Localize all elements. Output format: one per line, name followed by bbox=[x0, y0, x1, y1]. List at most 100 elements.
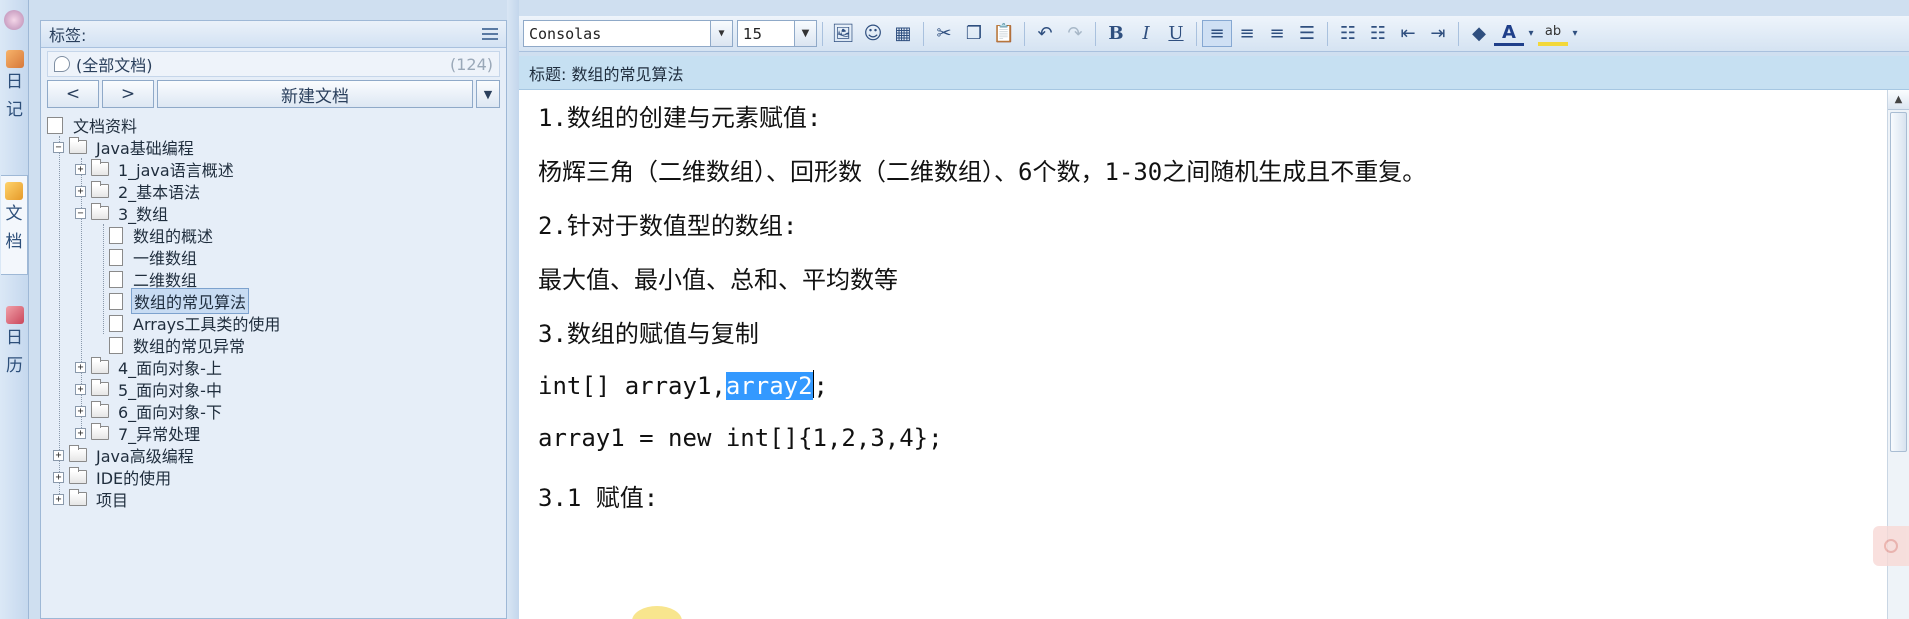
bullet-list-icon[interactable]: ☷ bbox=[1333, 20, 1363, 47]
editor-line: 杨辉三角（二维数组）、回形数（二维数组）、6个数，1-30之间随机生成且不重复。 bbox=[538, 158, 1427, 186]
app-window: 日记 文档 日历 标签: (全部文档) (124) < > 新建文档 ▼ 文档资… bbox=[0, 0, 1909, 619]
folder-icon bbox=[91, 203, 109, 220]
justify-icon[interactable]: ☰ bbox=[1292, 20, 1322, 47]
nav-documents[interactable]: 文档 bbox=[1, 175, 28, 275]
tree-java-advanced[interactable]: + Java高级编程 bbox=[53, 444, 196, 466]
folder-icon bbox=[69, 137, 87, 154]
folder-icon bbox=[69, 489, 87, 506]
forward-button[interactable]: > bbox=[102, 80, 154, 108]
tree-item[interactable]: + 2_基本语法 bbox=[75, 180, 202, 202]
new-document-dropdown[interactable]: ▼ bbox=[476, 80, 500, 108]
editor-area[interactable]: 1.数组的创建与元素赋值: 杨辉三角（二维数组）、回形数（二维数组）、6个数，1… bbox=[519, 90, 1887, 619]
expand-icon[interactable]: + bbox=[53, 493, 64, 505]
expand-icon[interactable]: + bbox=[53, 449, 64, 461]
expand-icon[interactable]: + bbox=[75, 361, 86, 373]
font-color-icon[interactable]: A bbox=[1494, 22, 1524, 46]
page-icon bbox=[109, 336, 123, 354]
folder-icon bbox=[69, 467, 87, 484]
all-docs-item[interactable]: (全部文档) (124) bbox=[47, 51, 500, 77]
tree-item[interactable]: + 7_异常处理 bbox=[75, 422, 202, 444]
search-icon[interactable] bbox=[1873, 526, 1909, 566]
expand-icon[interactable]: + bbox=[75, 383, 86, 395]
tree-item-selected[interactable]: 数组的常见算法 bbox=[109, 288, 250, 314]
expand-icon[interactable]: + bbox=[53, 471, 64, 483]
undo-icon[interactable]: ↶ bbox=[1030, 20, 1060, 47]
nav-calendar-label: 日历 bbox=[6, 328, 23, 376]
folder-icon bbox=[91, 401, 109, 418]
tree-item[interactable]: + 6_面向对象-下 bbox=[75, 400, 224, 422]
align-right-icon[interactable]: ≡ bbox=[1262, 20, 1292, 47]
collapse-icon[interactable]: − bbox=[75, 207, 86, 219]
bold-button[interactable]: B bbox=[1101, 20, 1131, 47]
tags-header-label: 标签: bbox=[49, 26, 87, 45]
page-icon bbox=[109, 226, 123, 244]
font-family-select[interactable]: Consolas ▼ bbox=[523, 20, 733, 47]
page-icon bbox=[109, 270, 123, 288]
editor-line: 1.数组的创建与元素赋值: bbox=[538, 104, 822, 132]
editor-line-code: int[] array1,array2; bbox=[538, 370, 828, 400]
indent-icon[interactable]: ⇥ bbox=[1423, 20, 1453, 47]
tree-item[interactable]: − 3_数组 bbox=[75, 202, 170, 224]
numbered-list-icon[interactable]: ☷ bbox=[1363, 20, 1393, 47]
nav-calendar[interactable]: 日历 bbox=[1, 300, 28, 410]
nav-diary[interactable]: 日记 bbox=[1, 44, 28, 144]
all-docs-count: (124) bbox=[449, 54, 493, 74]
panel-splitter[interactable] bbox=[507, 0, 519, 619]
left-panel: 标签: (全部文档) (124) < > 新建文档 ▼ 文档资料 − Java基… bbox=[40, 20, 507, 619]
folder-icon bbox=[69, 445, 87, 462]
folder-icon bbox=[91, 181, 109, 198]
back-button[interactable]: < bbox=[47, 80, 99, 108]
highlight-color-icon[interactable]: ab bbox=[1538, 22, 1568, 46]
expand-icon[interactable]: + bbox=[75, 405, 86, 417]
emoji-icon[interactable]: ☺ bbox=[858, 20, 888, 47]
font-size-select[interactable]: 15 ▼ bbox=[737, 20, 817, 47]
underline-button[interactable]: U bbox=[1161, 20, 1191, 47]
tree-item[interactable]: + 4_面向对象-上 bbox=[75, 356, 224, 378]
chevron-down-icon[interactable]: ▾ bbox=[1524, 20, 1538, 47]
menu-icon[interactable] bbox=[482, 28, 498, 40]
insert-image-icon[interactable]: 🖼 bbox=[828, 20, 858, 47]
italic-button[interactable]: I bbox=[1131, 20, 1161, 47]
tree-java-basic[interactable]: − Java基础编程 bbox=[53, 136, 196, 158]
tree-item[interactable]: Arrays工具类的使用 bbox=[109, 312, 282, 334]
tree-item[interactable]: 二维数组 bbox=[109, 268, 199, 290]
settings-icon[interactable] bbox=[4, 10, 24, 30]
chevron-down-icon[interactable]: ▾ bbox=[1568, 20, 1582, 47]
tree-root[interactable]: 文档资料 bbox=[47, 114, 139, 136]
paste-icon[interactable]: 📋 bbox=[989, 20, 1019, 47]
tree-project[interactable]: + 项目 bbox=[53, 488, 130, 510]
tree-ide[interactable]: + IDE的使用 bbox=[53, 466, 173, 488]
nav-strip: 日记 文档 日历 bbox=[0, 0, 29, 619]
documents-icon bbox=[5, 182, 23, 200]
chevron-down-icon[interactable]: ▼ bbox=[710, 21, 732, 46]
editor-line: 3.1 赋值: bbox=[538, 484, 659, 512]
tree-item[interactable]: + 5_面向对象-中 bbox=[75, 378, 224, 400]
tags-header: 标签: bbox=[41, 21, 506, 48]
chevron-down-icon[interactable]: ▼ bbox=[794, 21, 816, 46]
tree-item[interactable]: 一维数组 bbox=[109, 246, 199, 268]
expand-icon[interactable]: + bbox=[75, 163, 86, 175]
tree-item[interactable]: 数组的常见异常 bbox=[109, 334, 247, 356]
editor-line: 2.针对于数值型的数组: bbox=[538, 212, 798, 240]
tree-item[interactable]: 数组的概述 bbox=[109, 224, 215, 246]
collapse-icon[interactable]: − bbox=[53, 141, 64, 153]
align-center-icon[interactable]: ≡ bbox=[1232, 20, 1262, 47]
cut-icon[interactable]: ✂ bbox=[929, 20, 959, 47]
fill-color-icon[interactable]: ◆ bbox=[1464, 20, 1494, 47]
folder-icon bbox=[91, 423, 109, 440]
nav-documents-label: 文档 bbox=[5, 204, 23, 252]
expand-icon[interactable]: + bbox=[75, 427, 86, 439]
tree-item[interactable]: + 1_java语言概述 bbox=[75, 158, 236, 180]
format-toolbar: Consolas ▼ 15 ▼ 🖼 ☺ ▦ ✂ ❐ 📋 ↶ ↷ B I U ≡ … bbox=[519, 16, 1909, 52]
redo-icon[interactable]: ↷ bbox=[1060, 20, 1090, 47]
outdent-icon[interactable]: ⇤ bbox=[1393, 20, 1423, 47]
insert-date-icon[interactable]: ▦ bbox=[888, 20, 918, 47]
nav-button-row: < > 新建文档 ▼ bbox=[47, 80, 500, 108]
align-left-icon[interactable]: ≡ bbox=[1202, 20, 1232, 47]
folder-icon bbox=[91, 379, 109, 396]
copy-icon[interactable]: ❐ bbox=[959, 20, 989, 47]
scroll-thumb[interactable] bbox=[1890, 112, 1907, 452]
new-document-button[interactable]: 新建文档 bbox=[157, 80, 473, 108]
scroll-up-icon[interactable]: ▲ bbox=[1888, 90, 1909, 110]
expand-icon[interactable]: + bbox=[75, 185, 86, 197]
